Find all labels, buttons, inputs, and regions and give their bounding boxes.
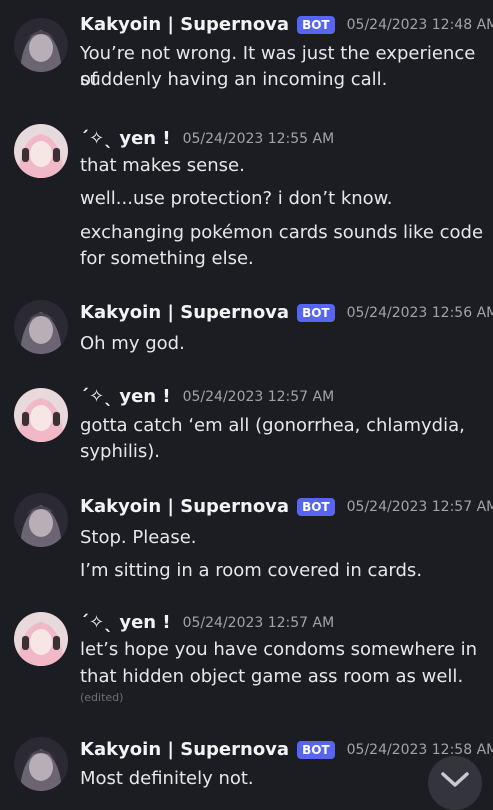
bot-badge: BOT <box>297 303 335 322</box>
message-line: I’m sitting in a room covered in cards. <box>80 560 423 581</box>
yen-avatar[interactable] <box>14 612 68 666</box>
username[interactable]: ˊ✧ˎ yen ! <box>80 612 171 633</box>
kakyoin-avatar[interactable] <box>14 493 68 547</box>
username[interactable]: ˊ✧ˎ yen ! <box>80 386 171 407</box>
message-line: that hidden object game ass room as well… <box>80 666 464 687</box>
message-line: suddenly having an incoming call. <box>80 69 388 90</box>
timestamp: 05/24/2023 12:57 AM <box>346 498 493 515</box>
message-line: let’s hope you have condoms somewhere in <box>80 639 478 660</box>
kakyoin-avatar[interactable] <box>14 737 68 791</box>
yen-avatar[interactable] <box>14 124 68 178</box>
message-line: Stop. Please. <box>80 527 197 548</box>
message-line: that makes sense. <box>80 155 245 176</box>
timestamp: 05/24/2023 12:48 AM <box>346 16 493 33</box>
message-line: syphilis). <box>80 441 160 462</box>
message-line: Most definitely not. <box>80 768 254 789</box>
message-line: gotta catch ‘em all (gonorrhea, chlamydi… <box>80 415 465 436</box>
bot-badge: BOT <box>297 497 335 516</box>
message-line: well...use protection? i don’t know. <box>80 188 393 209</box>
username[interactable]: Kakyoin | Supernova <box>80 14 289 35</box>
edited-label: (edited) <box>80 691 124 704</box>
username[interactable]: Kakyoin | Supernova <box>80 302 289 323</box>
timestamp: 05/24/2023 12:55 AM <box>182 130 335 147</box>
username[interactable]: Kakyoin | Supernova <box>80 739 289 760</box>
chevron-down-icon <box>441 772 469 787</box>
username[interactable]: Kakyoin | Supernova <box>80 496 289 517</box>
kakyoin-avatar[interactable] <box>14 300 68 354</box>
bot-badge: BOT <box>297 15 335 34</box>
kakyoin-avatar[interactable] <box>14 18 68 72</box>
timestamp: 05/24/2023 12:57 AM <box>182 388 335 405</box>
message-line: for something else. <box>80 248 254 269</box>
timestamp: 05/24/2023 12:56 AM <box>346 304 493 321</box>
bot-badge: BOT <box>297 740 335 759</box>
message-line: Oh my god. <box>80 333 185 354</box>
username[interactable]: ˊ✧ˎ yen ! <box>80 128 171 149</box>
timestamp: 05/24/2023 12:57 AM <box>182 614 335 631</box>
yen-avatar[interactable] <box>14 388 68 442</box>
message-line: exchanging pokémon cards sounds like cod… <box>80 222 484 243</box>
jump-to-bottom-button[interactable] <box>428 756 482 810</box>
